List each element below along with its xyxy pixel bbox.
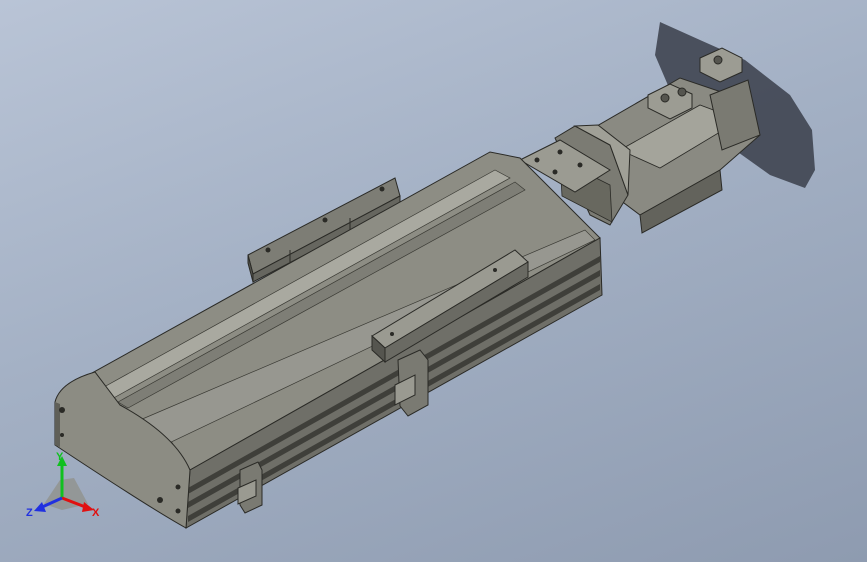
sensor-block-1[interactable] [394,349,429,417]
view-orientation-triad[interactable]: Y X Z [22,448,112,528]
y-axis-label: Y [56,451,64,463]
cad-viewport[interactable]: Y X Z [0,0,867,562]
sensor-block-2[interactable] [237,461,263,514]
linear-actuator-model[interactable] [0,0,867,562]
x-axis-label: X [92,507,100,519]
z-axis-label: Z [26,507,33,519]
actuator-body[interactable] [54,151,603,529]
